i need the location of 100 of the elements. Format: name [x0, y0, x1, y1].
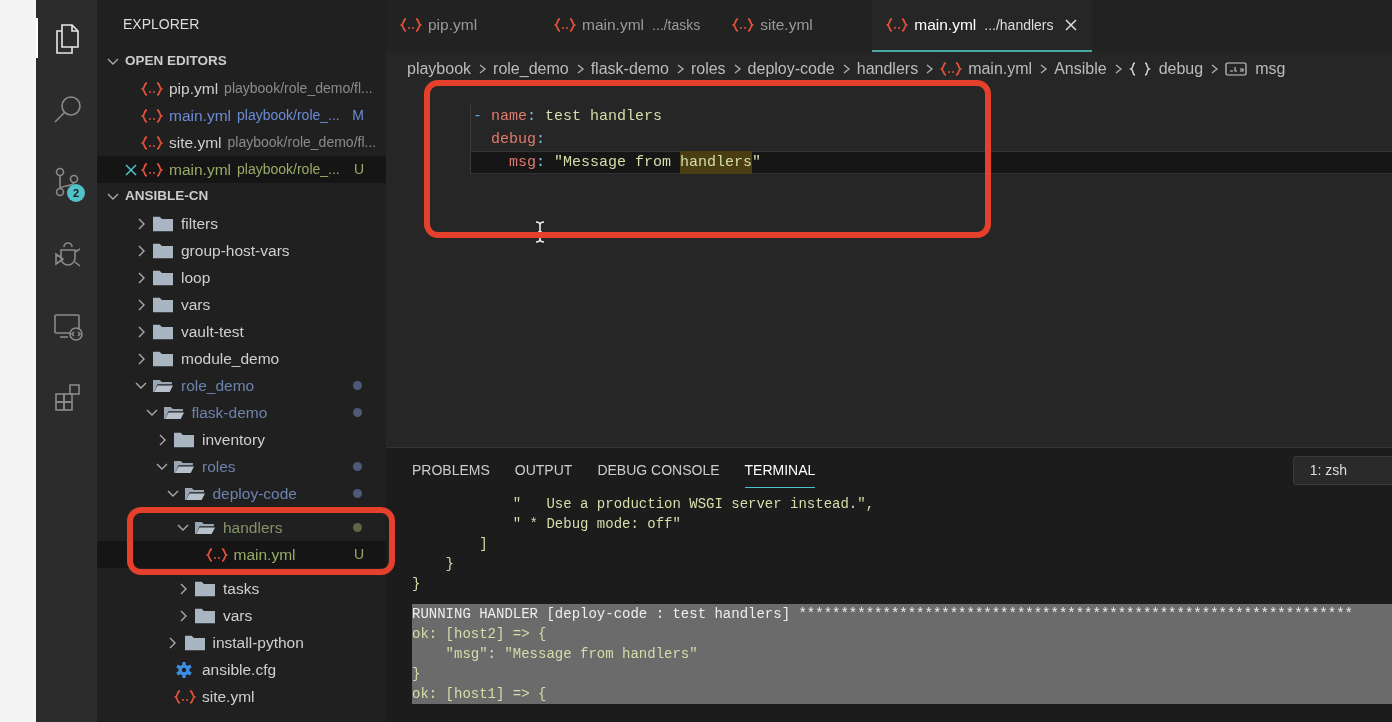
- file-name: pip.yml: [169, 78, 219, 99]
- section-title: OPEN EDITORS: [125, 52, 227, 71]
- tab-path: .../handlers: [984, 15, 1054, 35]
- tree-item[interactable]: site.yml: [97, 683, 386, 710]
- open-editor-item[interactable]: main.yml playbook/role_... U: [97, 156, 386, 183]
- file-name: deploy-code: [212, 483, 297, 504]
- breadcrumb-item[interactable]: roles: [690, 56, 726, 81]
- tree-item[interactable]: install-python: [97, 629, 386, 656]
- git-status: U: [353, 545, 364, 564]
- section-header[interactable]: OPEN EDITORS: [97, 48, 386, 75]
- chevron-icon: [137, 352, 145, 365]
- code-token: :: [536, 153, 547, 173]
- terminal-dropdown[interactable]: 1: zsh: [1292, 455, 1392, 485]
- file-name: install-python: [212, 632, 304, 653]
- chevron-icon: [137, 217, 145, 230]
- tree-item[interactable]: flask-demo: [97, 399, 386, 426]
- chevron-icon: [107, 58, 119, 65]
- folder-icon: [195, 607, 215, 624]
- file-name: roles: [202, 456, 236, 477]
- terminal-line: ]: [478, 535, 489, 554]
- breadcrumb-item[interactable]: handlers: [856, 56, 919, 81]
- open-editor-item[interactable]: main.yml playbook/role_... M: [97, 102, 386, 129]
- code-token: :: [536, 130, 546, 150]
- tree-item[interactable]: loop: [97, 264, 386, 291]
- editor-tab[interactable]: main.yml .../tasks: [540, 0, 715, 52]
- close-icon: [1063, 18, 1078, 32]
- breadcrumb-item[interactable]: playbook: [407, 56, 472, 81]
- section-header[interactable]: ANSIBLE-CN: [97, 183, 386, 210]
- open-editor-item[interactable]: site.yml playbook/role_demo/fl...: [97, 129, 386, 156]
- tree-item[interactable]: roles: [97, 453, 386, 480]
- braces-file-icon: [940, 61, 963, 76]
- git-status: U: [353, 160, 364, 179]
- file-name: ansible.cfg: [202, 659, 277, 680]
- file-name: module_demo: [181, 348, 280, 369]
- braces-file-icon: [141, 108, 163, 123]
- file-path: playbook/role_...: [237, 106, 340, 125]
- code-token: "Message from: [554, 153, 673, 173]
- editor-tab[interactable]: pip.yml: [386, 0, 536, 52]
- section-title: ANSIBLE-CN: [125, 187, 209, 206]
- chevron-icon: [145, 409, 158, 416]
- file-name: role_demo: [181, 375, 255, 396]
- terminal-line: " * Debug mode: off": [511, 515, 682, 534]
- tab-label: site.yml: [760, 15, 813, 36]
- tree-item[interactable]: inventory: [97, 426, 386, 453]
- tree-item[interactable]: group-host-vars: [97, 237, 386, 264]
- file-name: main.yml: [169, 159, 231, 180]
- braces-file-icon: [554, 18, 576, 32]
- folder-icon: [174, 431, 194, 448]
- breadcrumb-item[interactable]: role_demo: [493, 56, 569, 81]
- panel-tab[interactable]: TERMINAL: [744, 452, 816, 488]
- tree-item[interactable]: handlers: [97, 514, 386, 541]
- file-name: site.yml: [169, 132, 222, 153]
- file-name: main.yml: [233, 544, 296, 565]
- chevron-icon: [137, 244, 145, 257]
- tree-item[interactable]: vault-test: [97, 318, 386, 345]
- file-name: filters: [181, 213, 219, 234]
- highlighted-word: handlers: [680, 151, 753, 174]
- file-name: group-host-vars: [181, 240, 290, 261]
- panel-tab[interactable]: PROBLEMS: [412, 452, 490, 488]
- file-name: loop: [181, 267, 211, 288]
- code-token: name: [491, 107, 528, 127]
- gear-icon: [174, 661, 194, 678]
- panel-tab[interactable]: OUTPUT: [514, 452, 573, 488]
- chevron-icon: [135, 382, 147, 389]
- breadcrumb-item[interactable]: deploy-code: [747, 56, 835, 81]
- file-name: inventory: [202, 429, 265, 450]
- tree-item[interactable]: filters: [97, 210, 386, 237]
- editor-tab[interactable]: main.yml .../handlers: [872, 0, 1092, 52]
- tree-item[interactable]: module_demo: [97, 345, 386, 372]
- open-editor-item[interactable]: pip.yml playbook/role_demo/fl...: [97, 75, 386, 102]
- tree-item[interactable]: role_demo: [97, 372, 386, 399]
- braces-file-icon: [886, 18, 909, 32]
- breadcrumb-item[interactable]: msg: [1255, 56, 1286, 81]
- tree-item[interactable]: main.yml U: [97, 541, 386, 568]
- code-token: test handlers: [545, 107, 663, 127]
- code-token: msg: [509, 153, 536, 173]
- folder-icon: [195, 519, 215, 536]
- tree-item[interactable]: vars: [97, 602, 386, 629]
- activity-bar-item[interactable]: 2: [36, 162, 97, 202]
- file-path: playbook/role_...: [237, 160, 340, 179]
- chevron-icon: [137, 298, 145, 311]
- tree-item[interactable]: tasks: [97, 575, 386, 602]
- breadcrumb-item[interactable]: main.yml: [968, 56, 1033, 81]
- tree-item[interactable]: ansible.cfg: [97, 656, 386, 683]
- editor-tab[interactable]: site.yml: [718, 0, 869, 52]
- chevron-icon: [137, 271, 145, 284]
- folder-icon: [153, 242, 173, 259]
- file-name: main.yml: [169, 105, 231, 126]
- tree-item[interactable]: deploy-code: [97, 480, 386, 507]
- file-name: flask-demo: [191, 402, 268, 423]
- tree-item[interactable]: vars: [97, 291, 386, 318]
- breadcrumb-item[interactable]: flask-demo: [590, 56, 669, 81]
- folder-icon: [163, 404, 184, 421]
- breadcrumb-item[interactable]: debug: [1158, 56, 1204, 81]
- count-badge: 2: [67, 184, 85, 202]
- file-name: site.yml: [202, 686, 255, 707]
- code-token: -: [473, 107, 483, 127]
- panel-tab[interactable]: DEBUG CONSOLE: [597, 452, 720, 488]
- breadcrumb-item[interactable]: Ansible: [1054, 56, 1107, 81]
- chevron-icon: [179, 582, 187, 595]
